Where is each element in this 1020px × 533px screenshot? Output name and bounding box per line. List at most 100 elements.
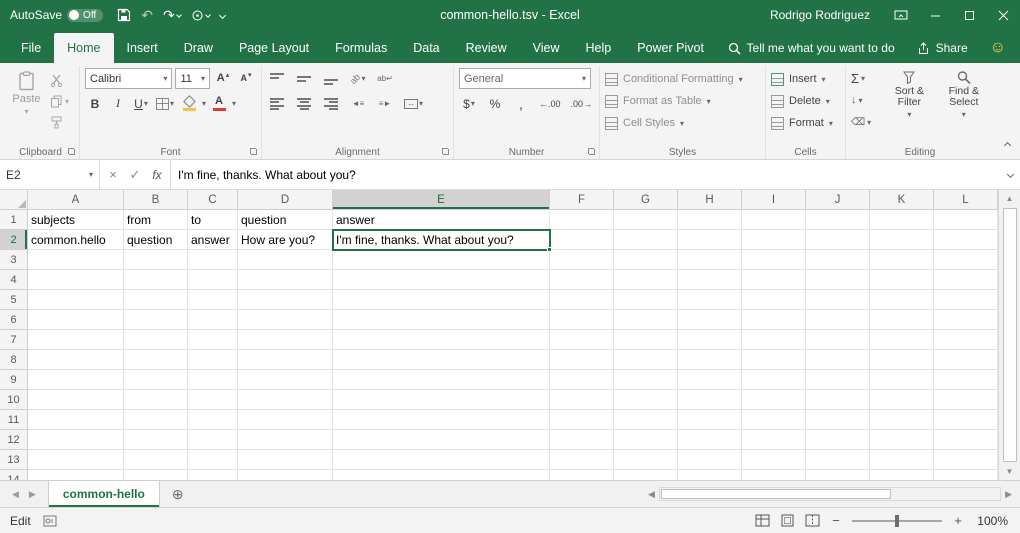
cell-H1[interactable] bbox=[678, 210, 742, 230]
enter-entry-button[interactable]: ✓ bbox=[124, 167, 146, 183]
fill-color-button[interactable] bbox=[179, 93, 199, 114]
row-header-8[interactable]: 8 bbox=[0, 350, 28, 370]
autosave-toggle[interactable]: AutoSave Off bbox=[10, 8, 103, 22]
wrap-text-button[interactable]: ab↵ bbox=[375, 68, 395, 89]
cell-I8[interactable] bbox=[742, 350, 806, 370]
cell-I6[interactable] bbox=[742, 310, 806, 330]
cell-B10[interactable] bbox=[124, 390, 188, 410]
cell-H2[interactable] bbox=[678, 230, 742, 250]
cell-L2[interactable] bbox=[934, 230, 998, 250]
cell-B12[interactable] bbox=[124, 430, 188, 450]
format-painter-button[interactable] bbox=[50, 113, 74, 131]
cell-A2[interactable]: common.hello bbox=[28, 230, 124, 250]
font-color-dropdown-icon[interactable]: ▾ bbox=[232, 99, 236, 108]
cell-L7[interactable] bbox=[934, 330, 998, 350]
maximize-button[interactable] bbox=[952, 0, 986, 30]
ribbon-tab-page-layout[interactable]: Page Layout bbox=[226, 33, 322, 63]
column-header-D[interactable]: D bbox=[238, 190, 333, 210]
cell-A9[interactable] bbox=[28, 370, 124, 390]
cell-I12[interactable] bbox=[742, 430, 806, 450]
cell-L9[interactable] bbox=[934, 370, 998, 390]
cell-F5[interactable] bbox=[550, 290, 614, 310]
cell-J12[interactable] bbox=[806, 430, 870, 450]
cell-H4[interactable] bbox=[678, 270, 742, 290]
middle-align-button[interactable] bbox=[294, 68, 314, 89]
scroll-down-icon[interactable]: ▼ bbox=[999, 463, 1020, 480]
cell-C5[interactable] bbox=[188, 290, 238, 310]
cell-H8[interactable] bbox=[678, 350, 742, 370]
number-dialog-launcher[interactable] bbox=[588, 148, 596, 156]
insert-function-button[interactable]: fx bbox=[146, 168, 168, 182]
column-header-L[interactable]: L bbox=[934, 190, 998, 210]
cell-C14[interactable] bbox=[188, 470, 238, 480]
cell-A6[interactable] bbox=[28, 310, 124, 330]
formula-bar-expand-button[interactable] bbox=[1000, 160, 1020, 189]
zoom-slider[interactable] bbox=[852, 520, 942, 522]
cancel-entry-button[interactable]: × bbox=[102, 167, 124, 182]
cell-K5[interactable] bbox=[870, 290, 934, 310]
cell-B1[interactable]: from bbox=[124, 210, 188, 230]
cell-A13[interactable] bbox=[28, 450, 124, 470]
autosave-pill[interactable]: Off bbox=[67, 9, 103, 22]
cell-B7[interactable] bbox=[124, 330, 188, 350]
scroll-right-icon[interactable]: ▶ bbox=[1005, 489, 1012, 500]
cell-A8[interactable] bbox=[28, 350, 124, 370]
cell-L1[interactable] bbox=[934, 210, 998, 230]
close-button[interactable] bbox=[986, 0, 1020, 30]
cell-C9[interactable] bbox=[188, 370, 238, 390]
font-name-combo[interactable]: Calibri▾ bbox=[85, 68, 172, 89]
feedback-smiley-icon[interactable]: ☺ bbox=[990, 40, 1006, 56]
cell-A5[interactable] bbox=[28, 290, 124, 310]
column-header-C[interactable]: C bbox=[188, 190, 238, 210]
cell-H12[interactable] bbox=[678, 430, 742, 450]
cell-D3[interactable] bbox=[238, 250, 333, 270]
cell-H9[interactable] bbox=[678, 370, 742, 390]
delete-cells-button[interactable]: Delete▾ bbox=[771, 90, 840, 112]
grow-font-button[interactable]: A▴ bbox=[213, 68, 233, 89]
cell-D11[interactable] bbox=[238, 410, 333, 430]
clipboard-dialog-launcher[interactable] bbox=[68, 148, 76, 156]
page-break-view-button[interactable] bbox=[805, 514, 820, 527]
cell-E4[interactable] bbox=[333, 270, 550, 290]
cell-I7[interactable] bbox=[742, 330, 806, 350]
cell-G13[interactable] bbox=[614, 450, 678, 470]
cell-A1[interactable]: subjects bbox=[28, 210, 124, 230]
cell-E5[interactable] bbox=[333, 290, 550, 310]
cell-J11[interactable] bbox=[806, 410, 870, 430]
cell-I11[interactable] bbox=[742, 410, 806, 430]
cell-G6[interactable] bbox=[614, 310, 678, 330]
align-left-button[interactable] bbox=[267, 93, 287, 114]
cell-D7[interactable] bbox=[238, 330, 333, 350]
row-header-10[interactable]: 10 bbox=[0, 390, 28, 410]
cell-I5[interactable] bbox=[742, 290, 806, 310]
cell-F13[interactable] bbox=[550, 450, 614, 470]
cell-E10[interactable] bbox=[333, 390, 550, 410]
cell-J10[interactable] bbox=[806, 390, 870, 410]
cell-H6[interactable] bbox=[678, 310, 742, 330]
column-header-I[interactable]: I bbox=[742, 190, 806, 210]
ribbon-tab-help[interactable]: Help bbox=[573, 33, 625, 63]
cell-D2[interactable]: How are you? bbox=[238, 230, 333, 250]
cell-K13[interactable] bbox=[870, 450, 934, 470]
cell-B9[interactable] bbox=[124, 370, 188, 390]
cell-K10[interactable] bbox=[870, 390, 934, 410]
cell-C6[interactable] bbox=[188, 310, 238, 330]
font-size-combo[interactable]: 11▾ bbox=[175, 68, 210, 89]
cell-L13[interactable] bbox=[934, 450, 998, 470]
ribbon-tab-insert[interactable]: Insert bbox=[114, 33, 171, 63]
cell-J14[interactable] bbox=[806, 470, 870, 480]
cell-D10[interactable] bbox=[238, 390, 333, 410]
cell-B5[interactable] bbox=[124, 290, 188, 310]
cell-G8[interactable] bbox=[614, 350, 678, 370]
cell-A4[interactable] bbox=[28, 270, 124, 290]
cell-J4[interactable] bbox=[806, 270, 870, 290]
ribbon-tab-file[interactable]: File bbox=[8, 33, 54, 63]
scroll-up-icon[interactable]: ▲ bbox=[999, 190, 1020, 207]
cell-A14[interactable] bbox=[28, 470, 124, 480]
cell-G3[interactable] bbox=[614, 250, 678, 270]
sheet-tab-common-hello[interactable]: common-hello bbox=[48, 481, 160, 507]
cell-A10[interactable] bbox=[28, 390, 124, 410]
cell-I13[interactable] bbox=[742, 450, 806, 470]
cell-B11[interactable] bbox=[124, 410, 188, 430]
find-select-button[interactable]: Find & Select ▾ bbox=[939, 68, 989, 132]
